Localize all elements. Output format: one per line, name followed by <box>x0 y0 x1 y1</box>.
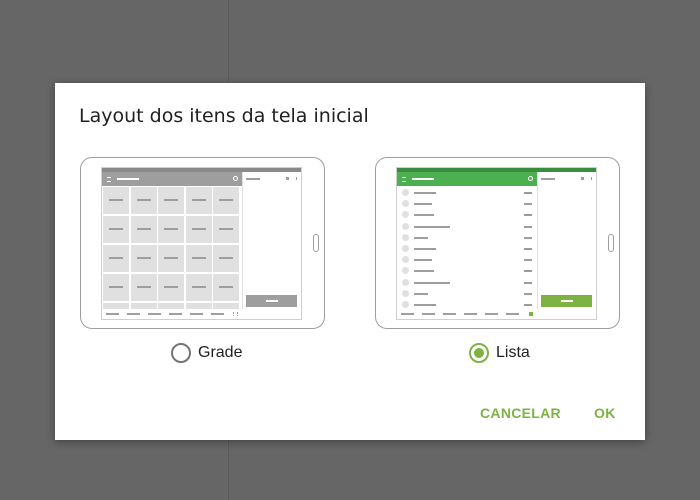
detail-pane <box>242 172 301 309</box>
radio-checked-icon[interactable] <box>469 343 489 363</box>
menu-icon <box>402 177 406 182</box>
grid-cell <box>213 187 239 214</box>
detail-action-button <box>541 295 592 307</box>
grid-cell <box>130 216 157 243</box>
grid-cell <box>213 216 239 243</box>
list-rows <box>397 187 537 309</box>
list-row <box>397 221 537 232</box>
grid-layout-preview[interactable] <box>80 157 325 329</box>
list-row <box>397 265 537 276</box>
grid-cell <box>158 245 184 272</box>
ok-button[interactable]: OK <box>594 405 616 421</box>
grid-cell <box>103 245 129 272</box>
list-row <box>397 198 537 209</box>
home-button-icon <box>313 234 319 252</box>
layout-dialog: Layout dos itens da tela inicial Grade L… <box>55 83 645 440</box>
grid-cell <box>185 274 212 301</box>
grid-cell <box>158 187 184 214</box>
grid-cell <box>213 245 239 272</box>
radio-option-grade[interactable]: Grade <box>171 343 242 363</box>
grid-cell <box>158 274 184 301</box>
grid-cell <box>213 274 239 301</box>
list-row <box>397 209 537 220</box>
detail-action-button <box>246 295 297 307</box>
list-app-bar <box>397 172 537 186</box>
radio-label-lista: Lista <box>496 344 530 361</box>
menu-icon <box>107 177 111 182</box>
grid-cell <box>185 187 212 214</box>
radio-unchecked-icon[interactable] <box>171 343 191 363</box>
grid-cells <box>103 187 241 319</box>
bottom-nav <box>397 309 537 319</box>
home-button-icon <box>608 234 614 252</box>
list-row <box>397 254 537 265</box>
grid-cell <box>185 245 212 272</box>
dialog-title: Layout dos itens da tela inicial <box>79 105 369 127</box>
list-row <box>397 243 537 254</box>
grid-cell <box>103 274 129 301</box>
list-layout-preview[interactable] <box>375 157 620 329</box>
grid-app-bar <box>102 172 242 186</box>
grid-cell <box>103 187 129 214</box>
grid-cell <box>103 216 129 243</box>
app-title-placeholder <box>412 178 434 180</box>
list-preview-screen <box>396 167 597 320</box>
grid-cell <box>130 274 157 301</box>
radio-label-grade: Grade <box>198 344 243 361</box>
radio-option-lista[interactable]: Lista <box>469 343 530 363</box>
bottom-nav <box>102 309 242 319</box>
grid-cell <box>130 245 157 272</box>
app-title-placeholder <box>117 178 139 180</box>
grid-preview-screen <box>101 167 302 320</box>
grid-cell <box>185 216 212 243</box>
search-icon <box>233 176 238 181</box>
grid-dots-icon <box>233 312 238 316</box>
search-icon <box>528 176 533 181</box>
grid-cell <box>130 187 157 214</box>
detail-pane <box>537 172 596 309</box>
list-dots-icon <box>529 312 533 316</box>
list-row <box>397 288 537 299</box>
list-row <box>397 277 537 288</box>
list-row <box>397 187 537 198</box>
list-row <box>397 232 537 243</box>
grid-cell <box>158 216 184 243</box>
cancel-button[interactable]: CANCELAR <box>480 405 561 421</box>
